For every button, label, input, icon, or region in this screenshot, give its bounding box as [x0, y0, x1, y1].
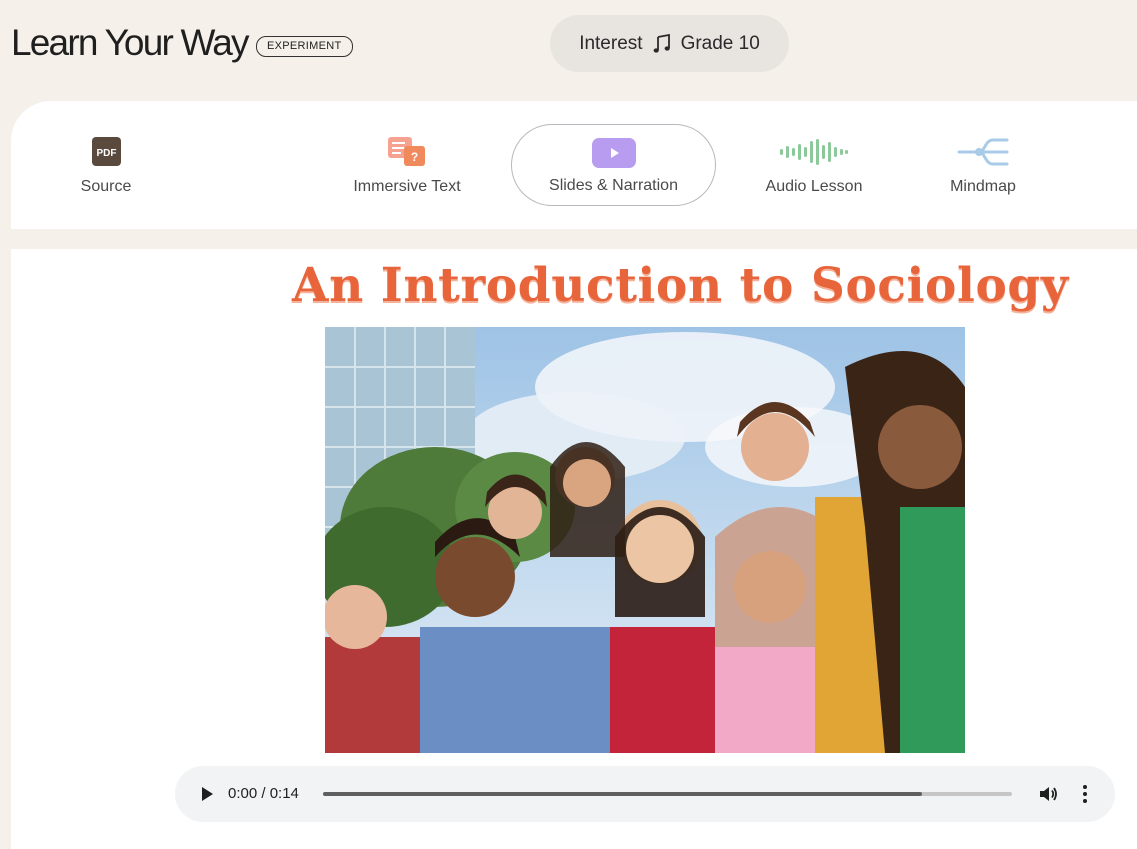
grade-label: Grade 10: [680, 32, 760, 54]
audio-progress-slider[interactable]: [323, 792, 1012, 796]
slide-title: An Introduction to Sociology: [292, 258, 1069, 313]
immersive-text-icon: ?: [388, 136, 425, 166]
audio-player: 0:00 / 0:14: [175, 766, 1115, 822]
tab-source-label: Source: [80, 177, 132, 195]
tab-audio-lesson-label: Audio Lesson: [765, 177, 863, 195]
interest-label: Interest: [579, 32, 643, 54]
format-tabs-bar: PDF Source ? Immersive Text Slides & Nar…: [11, 101, 1137, 229]
group-of-diverse-smiling-students-photo: [325, 327, 965, 753]
more-options-icon[interactable]: [1076, 783, 1094, 805]
audio-waveform-icon: [780, 138, 848, 165]
tab-source[interactable]: PDF Source: [51, 101, 161, 229]
tab-slides-narration-label: Slides & Narration: [549, 176, 678, 194]
volume-icon[interactable]: [1037, 783, 1059, 805]
play-video-icon: [591, 137, 636, 168]
tab-audio-lesson[interactable]: Audio Lesson: [751, 101, 877, 229]
tab-immersive-text[interactable]: ? Immersive Text: [331, 101, 483, 229]
svg-text:PDF: PDF: [96, 148, 116, 159]
interest-grade-selector[interactable]: Interest Grade 10: [550, 15, 789, 72]
mindmap-icon: [957, 138, 1009, 165]
tab-immersive-text-label: Immersive Text: [353, 177, 461, 195]
tab-slides-narration[interactable]: Slides & Narration: [511, 124, 716, 206]
svg-text:?: ?: [411, 150, 418, 164]
app-title: Learn Your Way: [11, 22, 250, 63]
tab-mindmap-label: Mindmap: [950, 177, 1016, 195]
experiment-badge: EXPERIMENT: [256, 36, 353, 57]
play-icon[interactable]: [197, 784, 217, 804]
tab-mindmap[interactable]: Mindmap: [933, 101, 1033, 229]
audio-progress-fill: [323, 792, 923, 796]
audio-time: 0:00 / 0:14: [228, 785, 299, 802]
music-note-icon: [653, 33, 670, 53]
pdf-icon: PDF: [91, 137, 121, 166]
slide-photo: [325, 327, 965, 753]
